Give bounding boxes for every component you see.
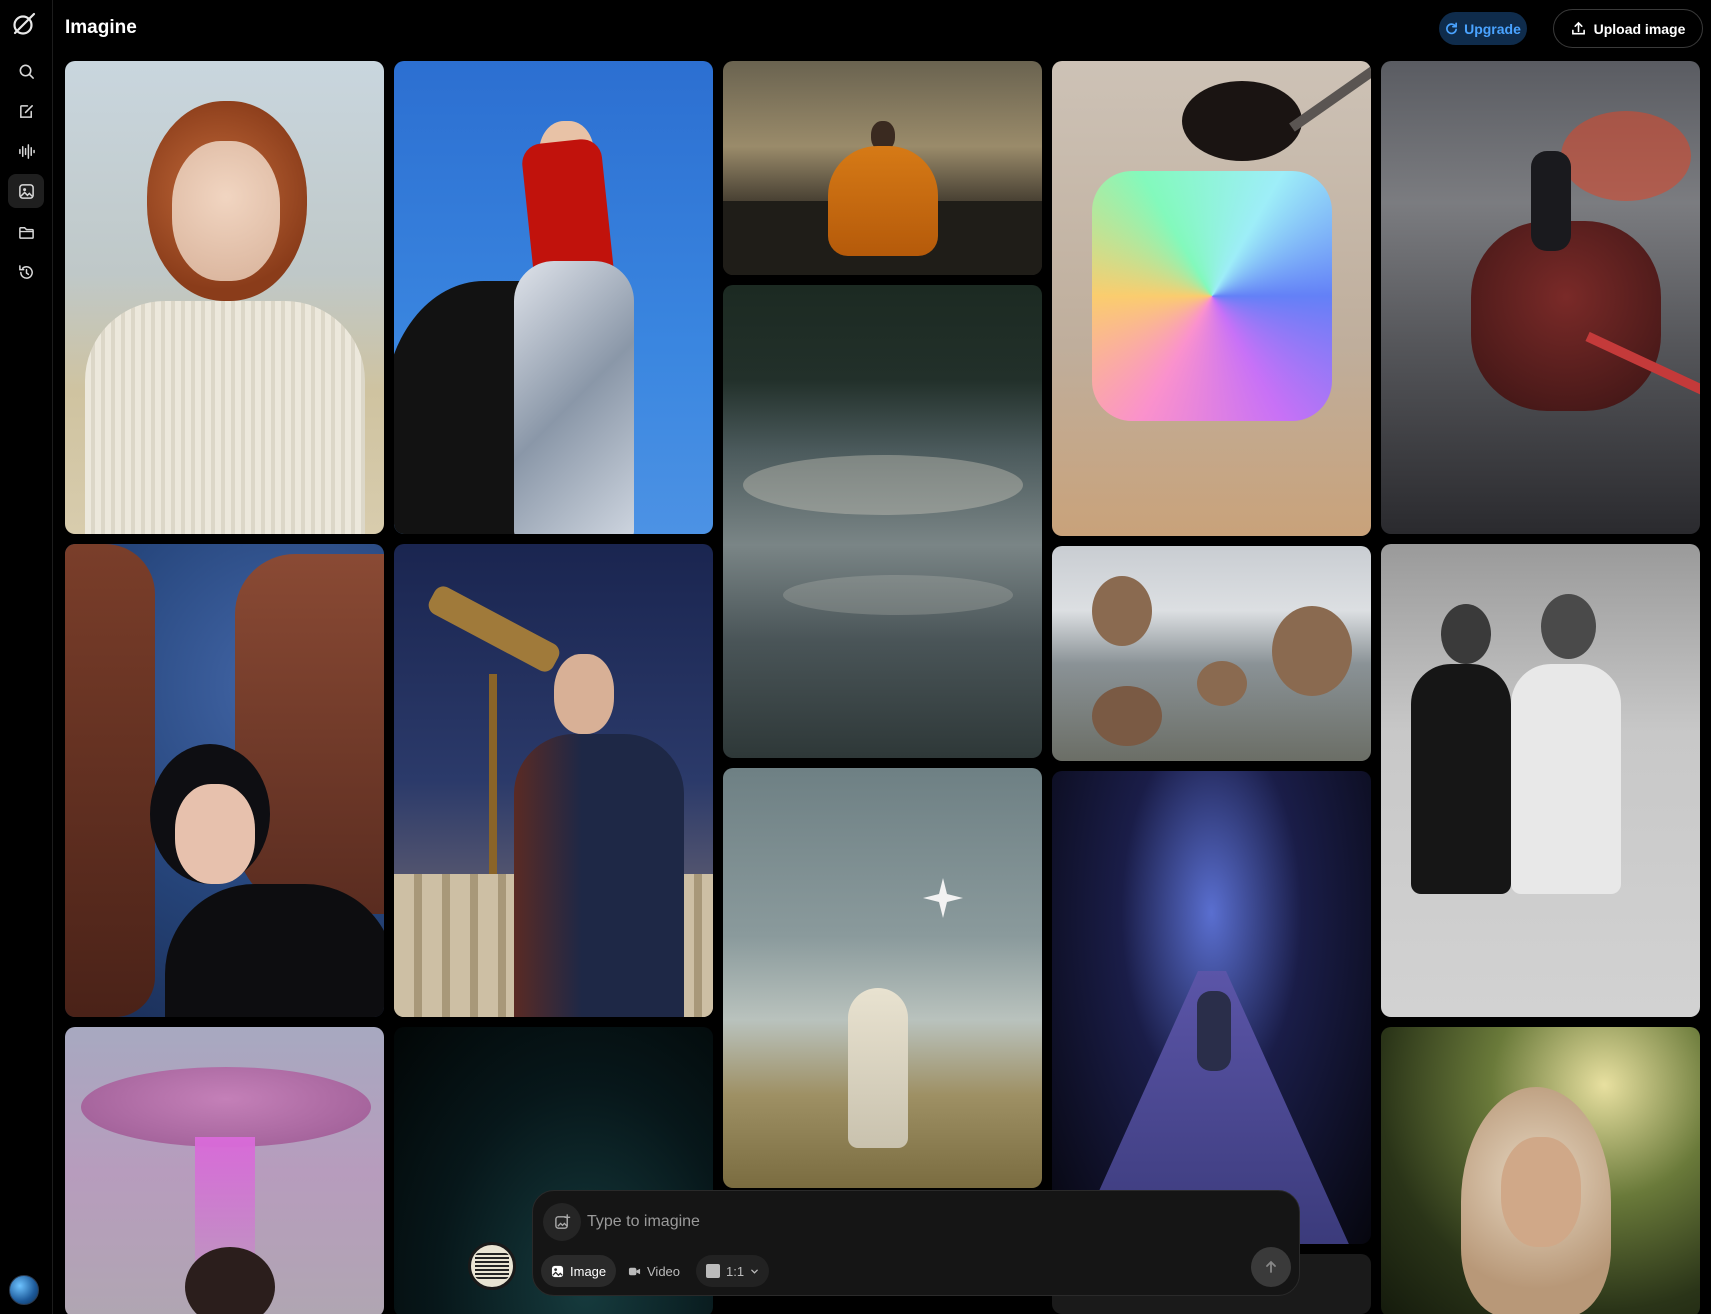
- prompt-input[interactable]: [587, 1205, 1187, 1239]
- send-button[interactable]: [1251, 1247, 1291, 1287]
- upgrade-button[interactable]: Upgrade: [1439, 12, 1527, 45]
- chevron-down-icon: [751, 1269, 758, 1274]
- upgrade-label: Upgrade: [1464, 20, 1521, 37]
- sidebar: [0, 0, 53, 1314]
- gallery-tile-rushing-river[interactable]: [723, 285, 1042, 758]
- gallery-tile-woman-red-scarf-horse[interactable]: [394, 61, 713, 534]
- gallery-tile-elf-woman-forest[interactable]: [1381, 1027, 1700, 1314]
- gallery-tile-woman-reaching-star[interactable]: [723, 768, 1042, 1188]
- search-icon: [19, 64, 34, 79]
- aspect-ratio-select[interactable]: 1:1: [696, 1255, 770, 1287]
- video-camera-icon: [628, 1267, 641, 1275]
- gallery-tile-prismatic-ice-cube[interactable]: [1052, 61, 1371, 536]
- sidebar-item-imagine[interactable]: [8, 174, 44, 208]
- mode-image-label: Image: [570, 1263, 607, 1279]
- sidebar-item-search[interactable]: [8, 54, 44, 88]
- sidebar-item-files[interactable]: [8, 215, 44, 249]
- gallery-tile-ufo-beam[interactable]: [65, 1027, 384, 1314]
- gallery-tile-snow-monkeys-hot-spring[interactable]: [1052, 546, 1371, 761]
- upload-image-button[interactable]: Upload image: [1553, 9, 1703, 48]
- gallery-tile-roller-skating-women[interactable]: [1381, 544, 1700, 1017]
- sidebar-item-voice[interactable]: [8, 134, 44, 168]
- refresh-icon: [1446, 22, 1458, 35]
- image-plus-icon: [554, 1213, 570, 1229]
- mode-video-label: Video: [647, 1263, 681, 1279]
- arrow-up-icon: [1266, 1260, 1276, 1273]
- imagine-icon: [18, 183, 34, 199]
- gallery-tile-monk-meditating[interactable]: [723, 61, 1042, 275]
- aspect-ratio-label: 1:1: [726, 1263, 745, 1279]
- history-icon: [18, 264, 33, 279]
- gallery-tile-dragon-rider[interactable]: [1381, 61, 1700, 534]
- avatar[interactable]: [9, 1275, 39, 1305]
- upload-icon: [1571, 21, 1585, 35]
- folder-icon: [18, 226, 34, 239]
- gallery-tile-redhead-portrait[interactable]: [65, 61, 384, 534]
- upload-label: Upload image: [1593, 20, 1686, 37]
- document-thumbnail-icon: [475, 1253, 509, 1279]
- add-image-button[interactable]: [543, 1203, 581, 1241]
- top-bar: Imagine Upgrade Upload image: [53, 0, 1711, 58]
- image-icon: [551, 1265, 564, 1277]
- waveform-icon: [18, 143, 35, 159]
- sidebar-item-history[interactable]: [8, 255, 44, 289]
- logo-icon[interactable]: [10, 10, 38, 38]
- page-title: Imagine: [65, 17, 137, 38]
- gallery-tile-astronomer-telescope[interactable]: [394, 544, 713, 1017]
- square-ratio-icon: [706, 1264, 720, 1278]
- sidebar-item-edit[interactable]: [8, 94, 44, 128]
- edit-icon: [19, 104, 33, 118]
- floating-thumbnail-button[interactable]: [468, 1242, 516, 1290]
- mode-video-button[interactable]: Video: [618, 1255, 690, 1287]
- prompt-bar: Image Video 1:1: [532, 1190, 1300, 1296]
- gallery-tile-woman-starry-rocks[interactable]: [65, 544, 384, 1017]
- mode-image-button[interactable]: Image: [541, 1255, 617, 1287]
- gallery-tile-cyclist-space-road[interactable]: [1052, 771, 1371, 1244]
